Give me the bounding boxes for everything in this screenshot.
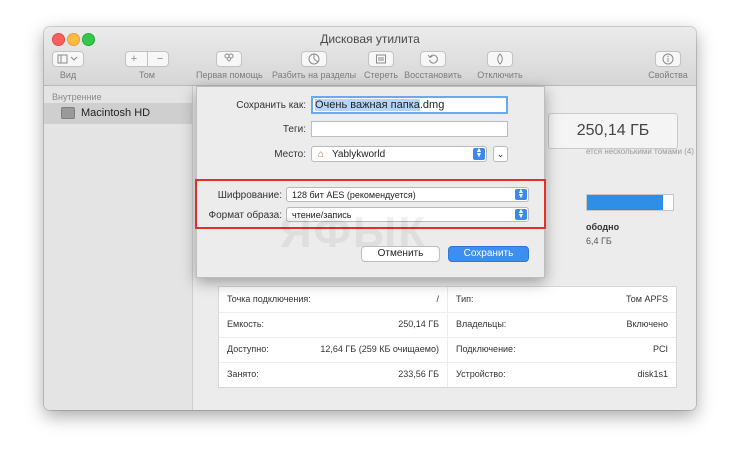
save-as-label: Сохранить как: bbox=[236, 100, 306, 111]
cancel-button[interactable]: Отменить bbox=[361, 246, 440, 262]
window-title: Дисковая утилита bbox=[320, 32, 420, 46]
info-key: Емкость: bbox=[227, 319, 265, 329]
filename-input[interactable]: Очень важная папка.dmg bbox=[311, 96, 508, 114]
view-toolbar-item[interactable]: Вид bbox=[52, 51, 84, 80]
unmount-label: Отключить bbox=[477, 70, 523, 80]
info-key: Занято: bbox=[227, 369, 259, 379]
restore-toolbar-item[interactable]: Восстановить bbox=[400, 51, 466, 80]
info-value: PCI bbox=[652, 344, 668, 354]
home-icon: ⌂ bbox=[318, 149, 325, 160]
usage-bar bbox=[586, 194, 674, 211]
minus-icon[interactable]: − bbox=[157, 53, 163, 65]
info-row: Занято: 233,56 ГБ bbox=[219, 362, 447, 387]
tags-input[interactable] bbox=[311, 121, 508, 137]
volume-label: Том bbox=[139, 70, 155, 80]
info-value: Включено bbox=[626, 319, 668, 329]
pie-icon[interactable] bbox=[301, 51, 327, 67]
info-col-right: Тип: Том APFS Владельцы: Включено Подклю… bbox=[448, 287, 676, 387]
eject-icon[interactable] bbox=[487, 51, 513, 67]
free-label: ободно bbox=[586, 222, 620, 232]
info-value: disk1s1 bbox=[637, 369, 668, 379]
erase-icon[interactable] bbox=[368, 51, 394, 67]
volume-buttons: + − bbox=[125, 51, 169, 67]
info-row: Емкость: 250,14 ГБ bbox=[219, 312, 447, 337]
chevron-down-icon: ⌄ bbox=[496, 149, 505, 159]
info-table: Точка подключения: / Емкость: 250,14 ГБ … bbox=[218, 286, 677, 388]
title-bar: Дисковая утилита Вид + − Том Первая помо… bbox=[44, 27, 696, 86]
hard-drive-icon bbox=[61, 107, 75, 119]
erase-toolbar-item[interactable]: Стереть bbox=[362, 51, 400, 80]
info-row: Тип: Том APFS bbox=[448, 287, 676, 312]
info-row: Точка подключения: / bbox=[219, 287, 447, 312]
info-key: Доступно: bbox=[227, 344, 269, 354]
info-key: Точка подключения: bbox=[227, 294, 311, 304]
info-value: / bbox=[436, 294, 439, 304]
info-row: Подключение: PCI bbox=[448, 337, 676, 362]
info-row: Устройство: disk1s1 bbox=[448, 362, 676, 387]
where-label: Место: bbox=[274, 149, 306, 160]
sidebar: Внутренние Macintosh HD bbox=[44, 86, 193, 410]
filename-extension: .dmg bbox=[419, 99, 445, 111]
filename-selection: Очень важная папка bbox=[315, 99, 420, 111]
info-toolbar-item[interactable]: Свойства bbox=[646, 51, 690, 80]
restore-icon[interactable] bbox=[420, 51, 446, 67]
info-icon[interactable] bbox=[655, 51, 681, 67]
view-label: Вид bbox=[59, 70, 77, 80]
info-row: Доступно: 12,64 ГБ (259 КБ очищаемо) bbox=[219, 337, 447, 362]
info-key: Владельцы: bbox=[456, 319, 507, 329]
capacity-box: 250,14 ГБ bbox=[548, 113, 678, 149]
unmount-toolbar-item[interactable]: Отключить bbox=[472, 51, 528, 80]
info-key: Устройство: bbox=[456, 369, 506, 379]
where-value: Yablykworld bbox=[332, 149, 386, 160]
sidebar-view-icon[interactable] bbox=[52, 51, 84, 67]
first-aid-label: Первая помощь bbox=[196, 70, 263, 80]
expand-button[interactable]: ⌄ bbox=[493, 146, 508, 162]
volume-toolbar-item: + − Том bbox=[125, 51, 169, 80]
info-col-left: Точка подключения: / Емкость: 250,14 ГБ … bbox=[219, 287, 448, 387]
partition-toolbar-item[interactable]: Разбить на разделы bbox=[266, 51, 362, 80]
usage-bar-fill bbox=[587, 195, 663, 210]
erase-label: Стереть bbox=[363, 70, 399, 80]
first-aid-toolbar-item[interactable]: Первая помощь bbox=[196, 51, 263, 80]
info-label: Свойства bbox=[648, 70, 688, 80]
info-value: 250,14 ГБ bbox=[398, 319, 439, 329]
tags-label: Теги: bbox=[282, 124, 306, 135]
sidebar-item-macintosh-hd[interactable]: Macintosh HD bbox=[44, 103, 192, 124]
sidebar-item-label: Macintosh HD bbox=[81, 107, 151, 119]
info-key: Подключение: bbox=[456, 344, 516, 354]
info-row: Владельцы: Включено bbox=[448, 312, 676, 337]
where-popup[interactable]: ⌂ Yablykworld ▲ ▼ bbox=[311, 146, 487, 162]
stethoscope-icon[interactable] bbox=[216, 51, 242, 67]
divider bbox=[146, 52, 148, 66]
info-key: Тип: bbox=[456, 294, 474, 304]
info-value: 12,64 ГБ (259 КБ очищаемо) bbox=[320, 344, 439, 354]
save-button[interactable]: Сохранить bbox=[448, 246, 529, 262]
partition-label: Разбить на разделы bbox=[271, 70, 357, 80]
restore-label: Восстановить bbox=[404, 70, 462, 80]
sidebar-section-internal: Внутренние bbox=[52, 92, 102, 102]
popup-stepper-icon: ▲ ▼ bbox=[473, 147, 485, 160]
free-value: 6,4 ГБ bbox=[586, 236, 612, 246]
shared-note: ется несколькими томами (4) bbox=[586, 147, 694, 156]
info-value: Том APFS bbox=[626, 294, 668, 304]
plus-icon[interactable]: + bbox=[131, 53, 137, 65]
info-value: 233,56 ГБ bbox=[398, 369, 439, 379]
